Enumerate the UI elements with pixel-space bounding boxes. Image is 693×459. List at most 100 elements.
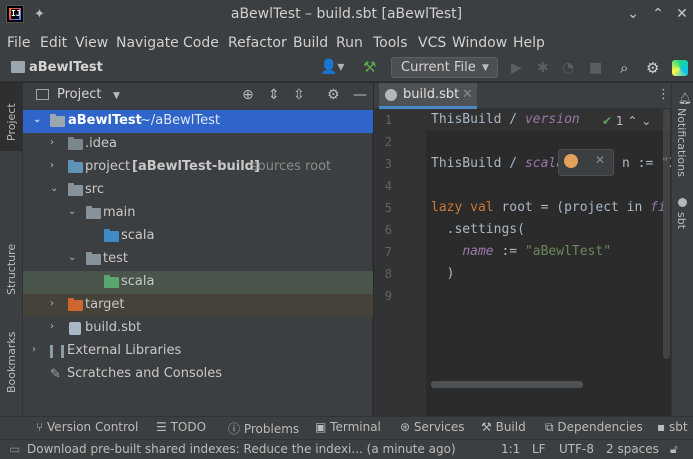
indent-setting[interactable]: 2 spaces	[606, 442, 659, 456]
line-number: 8	[384, 267, 392, 281]
menu-run[interactable]: Run	[336, 35, 363, 51]
menu-code[interactable]: Code	[183, 35, 219, 51]
tree-row-src[interactable]: ⌄ src	[23, 179, 373, 202]
tree-label: External Libraries	[67, 343, 182, 358]
tree-row-external-libraries[interactable]: › External Libraries	[23, 340, 373, 363]
stripe-tab-project[interactable]: Project	[5, 89, 18, 141]
tree-row-test-scala[interactable]: scala	[23, 271, 373, 294]
tree-row-project[interactable]: › project [aBewlTest-build] sources root	[23, 156, 373, 179]
menu-vcs[interactable]: VCS	[418, 35, 446, 51]
coverage-icon[interactable]: ◔	[562, 60, 574, 76]
sbt-icon: ▪	[657, 420, 666, 434]
tool-terminal[interactable]: ▣ Terminal	[315, 420, 381, 434]
chevron-down-icon[interactable]: ⌄	[641, 114, 651, 128]
module-folder-icon	[50, 114, 65, 127]
stripe-tab-sbt[interactable]: sbt	[675, 212, 688, 236]
stripe-tab-bookmarks[interactable]: Bookmarks	[5, 323, 18, 393]
code-token: name	[462, 244, 494, 259]
tree-row-main[interactable]: ⌄ main	[23, 202, 373, 225]
menu-navigate[interactable]: Navigate	[116, 35, 179, 51]
menu-edit[interactable]: Edit	[40, 35, 67, 51]
build-hammer-icon[interactable]: ⚒	[363, 58, 376, 76]
user-icon[interactable]: 👤▾	[320, 59, 344, 75]
gear-icon[interactable]: ⚙	[646, 59, 659, 77]
tool-version-control[interactable]: ⑂ Version Control	[36, 420, 138, 434]
expand-all-icon[interactable]: ⇕	[268, 87, 280, 103]
chevron-down-icon[interactable]: ⌄	[68, 206, 76, 217]
code-token: /	[501, 156, 525, 171]
tool-build[interactable]: ⚒ Build	[481, 420, 526, 434]
horizontal-scrollbar[interactable]	[431, 381, 583, 388]
chevron-down-icon[interactable]: ⌄	[624, 6, 642, 22]
line-number: 9	[384, 289, 392, 303]
menu-help[interactable]: Help	[513, 35, 545, 51]
project-panel-title[interactable]: Project	[57, 87, 101, 102]
inspection-count: 1	[615, 114, 624, 128]
inspection-widget[interactable]: ✔ 1 ⌃ ⌄	[602, 114, 651, 128]
menu-refactor[interactable]: Refactor	[228, 35, 287, 51]
run-icon[interactable]: ▶	[511, 60, 522, 76]
stripe-tab-notifications[interactable]: Notifications	[675, 108, 688, 188]
breadcrumb-project[interactable]: aBewlTest	[29, 60, 103, 75]
vertical-scrollbar[interactable]	[663, 109, 670, 359]
more-vertical-icon[interactable]: ⋮	[657, 87, 670, 102]
close-icon[interactable]: ✕	[462, 87, 473, 102]
locate-icon[interactable]: ⊕	[242, 87, 254, 103]
menu-file[interactable]: File	[7, 35, 30, 51]
chevron-down-icon[interactable]: ⌄	[50, 183, 58, 194]
status-icon: ▭	[9, 442, 21, 456]
chevron-up-icon[interactable]: ⌃	[627, 114, 637, 128]
tool-todo[interactable]: ☰ TODO	[156, 420, 206, 434]
caret-position[interactable]: 1:1	[501, 442, 520, 456]
tree-row-idea[interactable]: › .idea	[23, 133, 373, 156]
lock-icon[interactable]: 🔓︎	[670, 442, 678, 457]
chevron-up-icon[interactable]: ⌃	[649, 6, 667, 22]
line-number: 1	[384, 113, 392, 127]
menu-build[interactable]: Build	[293, 35, 328, 51]
collapse-all-icon[interactable]: ⇳	[293, 87, 305, 103]
close-icon[interactable]: ✕	[595, 153, 605, 167]
file-encoding[interactable]: UTF-8	[559, 442, 594, 456]
chevron-right-icon[interactable]: ›	[50, 160, 54, 171]
chevron-down-icon[interactable]: ⌄	[68, 252, 76, 263]
folder-icon	[86, 252, 101, 265]
stripe-tab-structure[interactable]: Structure	[5, 237, 18, 295]
debug-icon[interactable]: ✱	[537, 60, 549, 76]
menu-window[interactable]: Window	[452, 35, 507, 51]
tree-label: build.sbt	[85, 320, 142, 335]
tree-row-scratches[interactable]: ✎ Scratches and Consoles	[23, 363, 373, 386]
chevron-right-icon[interactable]: ›	[50, 137, 54, 148]
tree-row-build-sbt[interactable]: › build.sbt	[23, 317, 373, 340]
tool-dependencies[interactable]: ⧉ Dependencies	[545, 420, 643, 435]
hammer-icon: ⚒	[481, 420, 492, 434]
code-line-1: ThisBuild / version	[431, 112, 580, 127]
tree-row-test[interactable]: ⌄ test	[23, 248, 373, 271]
window-title: aBewlTest – build.sbt [aBewlTest]	[230, 6, 463, 22]
tool-problems[interactable]: ⓘ Problems	[228, 420, 299, 437]
chevron-right-icon[interactable]: ›	[32, 344, 36, 355]
tree-row-main-scala[interactable]: scala	[23, 225, 373, 248]
tree-row-root[interactable]: ⌄ aBewlTest ~/aBewlTest	[23, 110, 373, 133]
tool-services[interactable]: ⊛ Services	[400, 420, 465, 434]
tree-path: ~/aBewlTest	[140, 113, 220, 128]
line-number: 5	[384, 201, 392, 215]
menu-tools[interactable]: Tools	[373, 35, 408, 51]
code-token: "aBewlTest"	[524, 244, 612, 259]
search-icon[interactable]: ⌕	[620, 59, 628, 77]
line-separator[interactable]: LF	[532, 442, 546, 456]
chevron-right-icon[interactable]: ›	[50, 298, 54, 309]
tool-sbt[interactable]: ▪ sbt	[657, 420, 688, 434]
minimize-icon[interactable]: —	[353, 87, 367, 103]
chevron-right-icon[interactable]: ›	[50, 321, 54, 332]
tab-label[interactable]: build.sbt	[403, 87, 459, 102]
chevron-down-icon[interactable]: ⌄	[33, 114, 41, 125]
gear-icon[interactable]: ⚙	[327, 87, 340, 103]
chevron-down-icon[interactable]: ▼	[113, 91, 120, 101]
stop-icon[interactable]: ■	[589, 60, 602, 76]
tool-label: Problems	[243, 422, 300, 436]
close-icon[interactable]: ✕	[673, 6, 691, 22]
menu-view[interactable]: View	[75, 35, 108, 51]
status-message[interactable]: Download pre-built shared indexes: Reduc…	[27, 442, 456, 456]
jetbrains-toolbox-icon[interactable]	[672, 60, 688, 76]
tree-row-target[interactable]: › target	[23, 294, 373, 317]
